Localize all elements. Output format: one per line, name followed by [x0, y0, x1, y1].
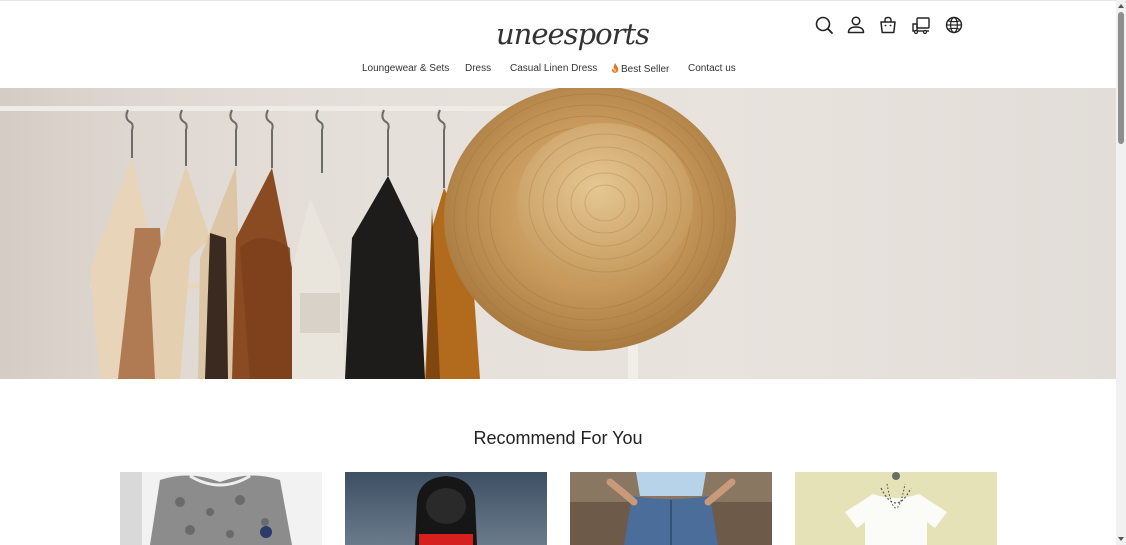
hero-image — [0, 88, 736, 379]
header-actions — [812, 14, 972, 36]
order-tracking-icon[interactable] — [910, 14, 932, 36]
product-card[interactable] — [570, 472, 772, 545]
brand-logo[interactable]: uneesports — [496, 14, 650, 54]
nav-item-contact-us[interactable]: Contact us — [688, 63, 736, 74]
product-image-white-tshirt-necklaces — [795, 472, 997, 545]
product-image-white-top-denim-skirt — [570, 472, 772, 545]
product-image-black-hoodie-red — [345, 472, 547, 545]
fire-icon — [611, 63, 619, 73]
account-icon[interactable] — [845, 14, 867, 36]
nav-item-best-seller-label: Best Seller — [621, 64, 670, 75]
search-icon[interactable] — [813, 14, 835, 36]
cart-icon[interactable] — [877, 14, 899, 36]
main-navigation: Loungewear & Sets Dress Casual Linen Dre… — [0, 63, 1116, 81]
product-card[interactable] — [120, 472, 322, 545]
top-border — [0, 0, 1116, 1]
recommend-section-title: Recommend For You — [473, 428, 643, 448]
page-scrollbar[interactable] — [1116, 0, 1126, 545]
scrollbar-thumb[interactable] — [1118, 12, 1124, 144]
scroll-up-arrow[interactable] — [1118, 4, 1124, 8]
product-card[interactable] — [795, 472, 997, 545]
nav-item-loungewear-sets[interactable]: Loungewear & Sets — [362, 63, 449, 74]
product-card[interactable] — [345, 472, 547, 545]
product-image-grey-paisley-top — [120, 472, 322, 545]
language-globe-icon[interactable] — [943, 14, 965, 36]
scroll-down-arrow[interactable] — [1118, 537, 1124, 541]
nav-item-casual-linen-dress[interactable]: Casual Linen Dress — [510, 63, 597, 74]
nav-item-dress[interactable]: Dress — [465, 63, 491, 74]
hero-banner[interactable] — [0, 88, 1116, 379]
nav-item-best-seller[interactable]: Best Seller — [611, 63, 669, 75]
